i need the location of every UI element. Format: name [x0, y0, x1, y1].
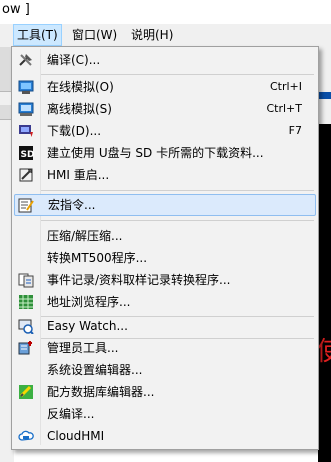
menu-item-shortcut: Ctrl+I: [269, 80, 302, 93]
menu-item-convert-mt500[interactable]: 转换MT500程序...: [14, 247, 316, 269]
sd-card-icon: SD: [18, 145, 34, 161]
menu-tools[interactable]: 工具(T): [13, 24, 62, 46]
right-toolbar: [318, 47, 331, 125]
menu-separator: [41, 220, 314, 221]
menu-item-label: 反编译...: [47, 407, 95, 421]
menu-item-label: 建立使用 U盘与 SD 卡所需的下载资料...: [47, 146, 264, 160]
menu-bar: 工具(T) 窗口(W) 说明(H): [0, 24, 331, 47]
menu-item-shortcut: Ctrl+T: [266, 102, 302, 115]
toolbar-blue-bar: [318, 92, 331, 99]
menu-item-address-browse[interactable]: 地址浏览程序...: [14, 291, 316, 313]
event-log-convert-icon: [18, 272, 34, 288]
menu-item-label: 编译(C)...: [47, 53, 101, 67]
menu-window[interactable]: 窗口(W): [69, 25, 120, 45]
menu-item-label: 在线模拟(O): [47, 80, 114, 94]
menu-separator: [41, 74, 314, 75]
menu-item-label: 下载(D)...: [47, 124, 102, 138]
menu-item-label: 系统设置编辑器...: [47, 363, 143, 377]
menu-item-download[interactable]: 下载(D)... F7: [14, 120, 316, 142]
admin-tool-icon: [18, 340, 34, 356]
menu-item-compress-decompress[interactable]: 压缩/解压缩...: [14, 225, 316, 247]
macro-icon: [18, 197, 34, 213]
menu-item-system-settings-editor[interactable]: 系统设置编辑器...: [14, 359, 316, 381]
menu-item-label: 管理员工具...: [47, 341, 119, 355]
menu-help[interactable]: 说明(H): [128, 25, 176, 45]
menu-item-label: CloudHMI: [47, 429, 105, 443]
hmi-restart-icon: [18, 167, 34, 183]
menu-item-label: 转换MT500程序...: [47, 251, 148, 265]
menu-item-offline-simulation[interactable]: 离线模拟(S) Ctrl+T: [14, 98, 316, 120]
menu-item-recipe-db-editor[interactable]: 配方数据库编辑器...: [14, 381, 316, 403]
svg-text:SD: SD: [21, 150, 35, 160]
menu-item-label: 配方数据库编辑器...: [47, 385, 155, 399]
easy-watch-icon: [18, 318, 34, 335]
menu-item-shortcut: F7: [288, 124, 302, 137]
menu-item-label: HMI 重启...: [47, 168, 110, 182]
menu-item-compile[interactable]: 编译(C)...: [14, 49, 316, 71]
address-browse-icon: [18, 294, 34, 310]
tools-dropdown-menu: 编译(C)... 在线模拟(O) Ctrl+I 离线模拟(S) Ctrl+T 下…: [11, 46, 319, 450]
menu-item-label: 离线模拟(S): [47, 102, 112, 116]
menu-item-label: 事件记录/资料取样记录转换程序...: [47, 273, 231, 287]
offline-simulation-icon: [18, 101, 34, 117]
menu-item-online-simulation[interactable]: 在线模拟(O) Ctrl+I: [14, 76, 316, 98]
online-simulation-icon: [18, 79, 34, 95]
menu-item-label: Easy Watch...: [47, 319, 128, 333]
menu-item-decompile[interactable]: 反编译...: [14, 403, 316, 425]
recipe-db-icon: [18, 384, 34, 400]
menu-item-macro[interactable]: 宏指令...: [14, 194, 316, 216]
menu-item-label: 压缩/解压缩...: [47, 229, 123, 243]
dark-canvas: [318, 124, 331, 462]
menu-item-admin-tool[interactable]: 管理员工具...: [14, 337, 316, 359]
menu-item-label: 宏指令...: [48, 198, 96, 212]
menu-item-build-usb-sd-download-data[interactable]: SD 建立使用 U盘与 SD 卡所需的下载资料...: [14, 142, 316, 164]
menu-item-event-log-convert[interactable]: 事件记录/资料取样记录转换程序...: [14, 269, 316, 291]
menu-item-cloudhmi[interactable]: CloudHMI: [14, 425, 316, 447]
compile-icon: [18, 52, 34, 68]
window-title: ow ]: [2, 2, 30, 17]
menu-item-hmi-restart[interactable]: HMI 重启...: [14, 164, 316, 186]
menu-item-easy-watch[interactable]: Easy Watch...: [14, 315, 316, 337]
cloudhmi-icon: [18, 428, 34, 444]
menu-item-label: 地址浏览程序...: [47, 295, 131, 309]
menu-separator: [41, 190, 314, 191]
download-icon: [18, 123, 34, 139]
